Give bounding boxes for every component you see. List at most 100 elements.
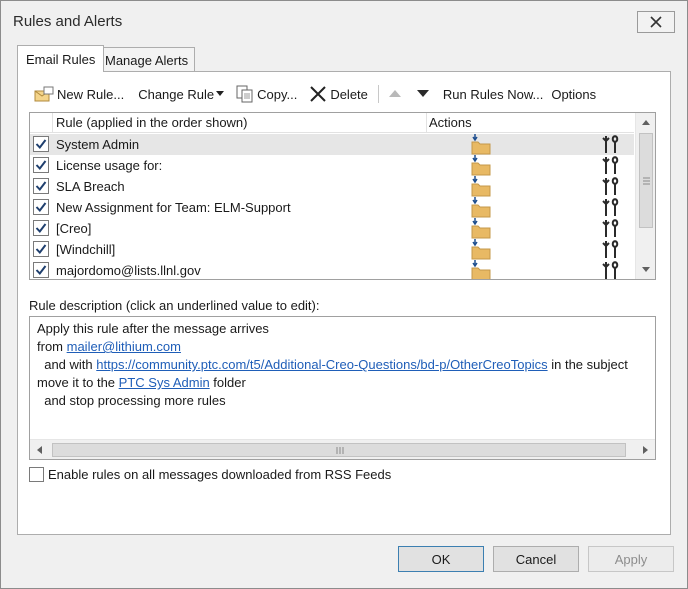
- from-address-link[interactable]: mailer@lithium.com: [67, 339, 181, 354]
- toolbar-separator: [377, 85, 379, 103]
- tools-icon: [602, 177, 619, 195]
- copy-rule-button[interactable]: Copy...: [232, 82, 301, 106]
- tab-manage-alerts-label: Manage Alerts: [105, 52, 189, 68]
- rule-name: License usage for:: [56, 158, 163, 173]
- rss-rules-checkbox[interactable]: [29, 467, 44, 482]
- column-header-actions[interactable]: Actions: [429, 113, 472, 133]
- description-line: Apply this rule after the message arrive…: [37, 320, 628, 338]
- description-text: folder: [209, 375, 246, 390]
- dropdown-arrow-icon: [216, 91, 225, 96]
- rule-row[interactable]: [Creo]: [30, 218, 634, 239]
- rule-enabled-checkbox[interactable]: [33, 157, 49, 173]
- move-to-folder-icon: [471, 239, 491, 260]
- rule-row[interactable]: License usage for:: [30, 155, 634, 176]
- rules-and-alerts-dialog: Rules and Alerts Email Rules Manage Aler…: [0, 0, 688, 589]
- description-line: from mailer@lithium.com: [37, 338, 628, 356]
- rss-rules-label: Enable rules on all messages downloaded …: [48, 467, 392, 482]
- tab-email-rules[interactable]: Email Rules: [17, 45, 105, 72]
- description-horizontal-scrollbar[interactable]: [30, 439, 655, 459]
- rules-list-scroll-thumb[interactable]: [639, 133, 653, 228]
- delete-icon: [310, 86, 327, 102]
- description-text: and with: [37, 357, 97, 372]
- move-to-folder-icon: [471, 197, 491, 218]
- rule-enabled-checkbox[interactable]: [33, 136, 49, 152]
- description-line: and stop processing more rules: [37, 392, 628, 410]
- move-down-icon: [416, 90, 429, 97]
- new-rule-label: New Rule...: [57, 86, 125, 102]
- rule-description-label: Rule description (click an underlined va…: [29, 298, 320, 313]
- move-to-folder-icon: [471, 260, 491, 279]
- move-to-folder-icon: [471, 218, 491, 239]
- rule-enabled-checkbox[interactable]: [33, 220, 49, 236]
- rule-enabled-checkbox[interactable]: [33, 178, 49, 194]
- rule-name: System Admin: [56, 137, 140, 152]
- options-label: Options: [551, 86, 597, 102]
- options-button[interactable]: Options: [547, 82, 600, 106]
- scroll-right-arrow-icon: [643, 446, 648, 454]
- window-title: Rules and Alerts: [13, 13, 123, 30]
- rules-list[interactable]: Rule (applied in the order shown) Action…: [29, 112, 656, 280]
- column-header-rule[interactable]: Rule (applied in the order shown): [56, 113, 248, 133]
- move-up-button[interactable]: [385, 82, 405, 106]
- rules-list-vertical-scrollbar[interactable]: [635, 113, 655, 279]
- description-text: and stop processing more rules: [37, 393, 226, 408]
- move-to-folder-icon: [471, 176, 491, 197]
- new-rule-button[interactable]: New Rule...: [30, 82, 128, 106]
- move-up-icon: [388, 90, 401, 97]
- run-rules-now-button[interactable]: Run Rules Now...: [439, 82, 547, 106]
- ok-label: OK: [431, 551, 451, 567]
- apply-button[interactable]: Apply: [588, 546, 674, 572]
- description-text: from: [37, 339, 67, 354]
- scroll-left-arrow-icon: [37, 446, 42, 454]
- rule-row[interactable]: System Admin: [30, 134, 634, 155]
- close-button[interactable]: [637, 11, 675, 33]
- description-text: in the subject: [547, 357, 628, 372]
- checkmark-icon: [35, 181, 47, 192]
- tab-manage-alerts[interactable]: Manage Alerts: [98, 47, 196, 72]
- tools-icon: [602, 240, 619, 258]
- rules-rows: System Admin License usage for: SLA Breach…: [30, 134, 634, 279]
- rule-enabled-checkbox[interactable]: [33, 241, 49, 257]
- change-rule-button[interactable]: Change Rule: [134, 82, 228, 106]
- description-line: and with https://community.ptc.com/t5/Ad…: [37, 356, 628, 374]
- checkmark-icon: [35, 139, 47, 150]
- delete-rule-button[interactable]: Delete: [305, 82, 372, 106]
- cancel-button[interactable]: Cancel: [493, 546, 579, 572]
- cancel-label: Cancel: [515, 551, 557, 567]
- tools-icon: [602, 135, 619, 153]
- tab-email-rules-label: Email Rules: [26, 51, 96, 67]
- rule-name: [Windchill]: [56, 242, 116, 257]
- apply-label: Apply: [614, 551, 648, 567]
- rule-description-box: Apply this rule after the message arrive…: [29, 316, 656, 460]
- move-to-folder-icon: [471, 155, 491, 176]
- checkmark-icon: [35, 244, 47, 255]
- grip-icon: [643, 177, 650, 185]
- rule-name: majordomo@lists.llnl.gov: [56, 263, 201, 278]
- description-scroll-thumb[interactable]: [52, 443, 626, 457]
- rule-description-text: Apply this rule after the message arrive…: [37, 320, 628, 410]
- header-divider: [426, 113, 427, 133]
- rule-row[interactable]: SLA Breach: [30, 176, 634, 197]
- tools-icon: [602, 219, 619, 237]
- checkmark-icon: [35, 223, 47, 234]
- grip-icon: [336, 447, 344, 454]
- rule-enabled-checkbox[interactable]: [33, 199, 49, 215]
- target-folder-link[interactable]: PTC Sys Admin: [119, 375, 210, 390]
- subject-words-link[interactable]: https://community.ptc.com/t5/Additional-…: [96, 357, 547, 372]
- move-down-button[interactable]: [413, 82, 433, 106]
- rule-row[interactable]: [Windchill]: [30, 239, 634, 260]
- change-rule-label: Change Rule: [138, 86, 215, 102]
- email-rules-panel: New Rule... Change Rule Copy... Delete R…: [17, 71, 671, 535]
- ok-button[interactable]: OK: [398, 546, 484, 572]
- rule-name: [Creo]: [56, 221, 92, 236]
- rule-row[interactable]: New Assignment for Team: ELM-Support: [30, 197, 634, 218]
- rule-row[interactable]: majordomo@lists.llnl.gov: [30, 260, 634, 279]
- checkmark-icon: [35, 202, 47, 213]
- rss-rules-option[interactable]: Enable rules on all messages downloaded …: [29, 467, 391, 482]
- rule-enabled-checkbox[interactable]: [33, 262, 49, 278]
- tools-icon: [602, 198, 619, 216]
- rules-toolbar: New Rule... Change Rule Copy... Delete R…: [30, 82, 600, 106]
- copy-icon: [236, 85, 253, 103]
- tools-icon: [602, 156, 619, 174]
- run-rules-now-label: Run Rules Now...: [442, 86, 544, 102]
